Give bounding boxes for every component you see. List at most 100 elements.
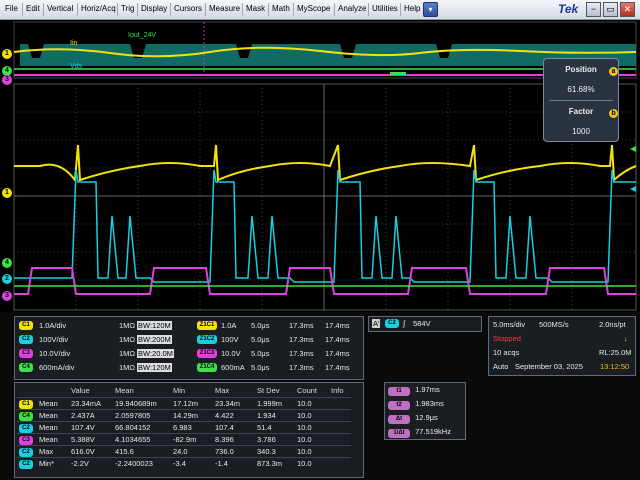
trigger-indicator-icon: ↓ <box>624 334 628 343</box>
menu-mask[interactable]: Mask <box>246 4 265 13</box>
meas-max: 107.4 <box>213 420 255 433</box>
meas-count: 10.0 <box>295 420 329 433</box>
meas-name: Mean <box>37 408 69 421</box>
ch3-impedance: 1MΩ <box>119 349 136 358</box>
menu-math[interactable]: Math <box>272 4 290 13</box>
z1c2-time: 5.0μs <box>251 335 270 344</box>
acq-count: 10 acqs <box>493 348 520 357</box>
meas-mean: 2.0597805 <box>113 408 171 421</box>
z1c3-scale: 10.0V <box>221 349 241 358</box>
channel-row[interactable]: C2 100V/div 1MΩ BW:200M Z1C2 100V 5.0μs … <box>15 335 363 347</box>
tek-logo: Tek <box>558 2 579 16</box>
menu-help[interactable]: Help <box>404 4 420 13</box>
meas-mean: 66.804152 <box>113 420 171 433</box>
scope-display[interactable]: 1 4 3 1 4 2 3 Iin Iout_24V Vds Position … <box>0 20 640 312</box>
channel-row[interactable]: C1 1.0A/div 1MΩ BW:120M Z1C1 1.0A 5.0μs … <box>15 321 363 333</box>
meas-badge: C2 <box>19 423 33 433</box>
table-row[interactable]: C2 Max 616.0V 415.6 24.0 736.0 340.3 10.… <box>17 444 351 457</box>
cursor-freq-value: 77.519kHz <box>415 427 451 436</box>
zoom-position-label: Position <box>565 65 597 74</box>
ch1-marker[interactable]: 1 <box>2 188 12 198</box>
cursor-t1-badge: t1 <box>388 387 410 396</box>
menu-dropdown-button[interactable]: ▾ <box>423 2 438 17</box>
menu-edit[interactable]: Edit <box>26 4 40 13</box>
knob-b-icon[interactable]: b <box>609 109 618 118</box>
close-button[interactable]: ✕ <box>620 2 635 17</box>
z1c3-time: 5.0μs <box>251 349 270 358</box>
channel-row[interactable]: C4 600mA/div 1MΩ BW:120M Z1C4 600mA 5.0μ… <box>15 363 363 375</box>
menu-analyze[interactable]: Analyze <box>338 4 366 13</box>
z1c1-badge: Z1C1 <box>197 321 217 330</box>
meas-name: Mean <box>37 432 69 445</box>
ch3-bandwidth: BW:20.0M <box>137 349 174 358</box>
restore-button[interactable]: ▭ <box>603 2 618 17</box>
menu-measure[interactable]: Measure <box>209 4 240 13</box>
trigger-mode-auto: Auto <box>493 362 509 371</box>
table-row[interactable]: C3 Mean 5.388V 4.1034655 -82.9m 8.396 3.… <box>17 432 351 445</box>
channel-settings-box[interactable]: C1 1.0A/div 1MΩ BW:120M Z1C1 1.0A 5.0μs … <box>14 316 364 380</box>
minimize-button[interactable]: − <box>586 2 601 17</box>
ch2-marker[interactable]: 2 <box>2 274 12 284</box>
z1c4-pos: 17.3ms <box>289 363 314 372</box>
ch1-badge: C1 <box>19 321 33 330</box>
z1c1-end: 17.4ms <box>325 321 350 330</box>
cursor-delta-value: 12.9μs <box>415 413 438 422</box>
menu-cursors[interactable]: Cursors <box>174 4 202 13</box>
acquisition-readout[interactable]: 5.0ms/div 500MS/s 2.0ns/pt Stopped ↓ 10 … <box>488 316 636 376</box>
magenta-trace <box>14 267 636 295</box>
col-stdev: St Dev <box>257 386 280 396</box>
vds-label: Vds <box>70 63 83 70</box>
meas-value: 5.388V <box>69 432 113 445</box>
menu-horiz-acq[interactable]: Horiz/Acq <box>81 4 116 13</box>
meas-badge: C4 <box>19 411 33 421</box>
measurement-table: Value Mean Min Max St Dev Count Info C1 … <box>17 385 351 469</box>
meas-value: 2.437A <box>69 408 113 421</box>
meas-stdev: 873.3m <box>255 456 295 469</box>
ch1-impedance: 1MΩ <box>119 321 136 330</box>
menu-file[interactable]: File <box>5 4 18 13</box>
meas-min: 14.29m <box>171 408 213 421</box>
ch4-bandwidth: BW:120M <box>137 363 172 372</box>
meas-stdev: 1.934 <box>255 408 295 421</box>
meas-count: 10.0 <box>295 444 329 457</box>
ch3-marker[interactable]: 3 <box>2 291 12 301</box>
ch2-impedance: 1MΩ <box>119 335 136 344</box>
table-row[interactable]: C2 Mean 107.4V 66.804152 6.983 107.4 51.… <box>17 420 351 433</box>
table-row[interactable]: C4 Mean 2.437A 2.0597805 14.29m 4.422 1.… <box>17 408 351 421</box>
menu-display[interactable]: Display <box>141 4 167 13</box>
ch4-marker[interactable]: 4 <box>2 258 12 268</box>
menu-trig[interactable]: Trig <box>121 4 134 13</box>
trigger-readout[interactable]: A' C2 ∫ 584V <box>368 316 482 332</box>
cyan-trace <box>14 169 636 283</box>
z1c1-time: 5.0μs <box>251 321 270 330</box>
col-min: Min <box>173 386 186 396</box>
z1c4-scale: 600mA <box>221 363 245 372</box>
time: 13:12:50 <box>600 362 630 371</box>
meas-badge: C2 <box>19 459 33 469</box>
ch1-scale: 1.0A/div <box>39 321 67 330</box>
meas-count: 10.0 <box>295 432 329 445</box>
measurement-table-box[interactable]: Value Mean Min Max St Dev Count Info C1 … <box>14 382 364 478</box>
z1c3-badge: Z1C3 <box>197 349 217 358</box>
ch4-badge: C4 <box>19 363 33 372</box>
knob-a-icon[interactable]: a <box>609 67 618 76</box>
menu-myscope[interactable]: MyScope <box>297 4 330 13</box>
z1c2-pos: 17.3ms <box>289 335 314 344</box>
channel-row[interactable]: C3 10.0V/div 1MΩ BW:20.0M Z1C3 10.0V 5.0… <box>15 349 363 361</box>
iout-label: Iout_24V <box>128 32 157 39</box>
ch3-marker-overview[interactable]: 3 <box>2 75 12 85</box>
zoom-factor-value[interactable]: 1000 <box>544 127 618 136</box>
zoom-position-value[interactable]: 61.68% <box>544 85 618 94</box>
table-row[interactable]: C2 Min* -2.2V -2.2400023 -3.4 -1.4 873.3… <box>17 456 351 469</box>
ch1-marker-overview[interactable]: 1 <box>2 49 12 59</box>
meas-stdev: 51.4 <box>255 420 295 433</box>
meas-max: -1.4 <box>213 456 255 469</box>
meas-min: 6.983 <box>171 420 213 433</box>
table-row[interactable]: C1 Mean 23.34mA 19.940689m 17.12m 23.34m… <box>17 396 351 409</box>
menu-utilities[interactable]: Utilities <box>372 4 398 13</box>
meas-stdev: 1.999m <box>255 396 295 409</box>
meas-mean: 19.940689m <box>113 396 171 409</box>
timebase: 5.0ms/div <box>493 320 526 329</box>
cursor-readout[interactable]: t1 1.97ms t2 1.983ms Δt 12.9μs 1/Δt 77.5… <box>384 382 466 440</box>
menu-vertical[interactable]: Vertical <box>47 4 73 13</box>
